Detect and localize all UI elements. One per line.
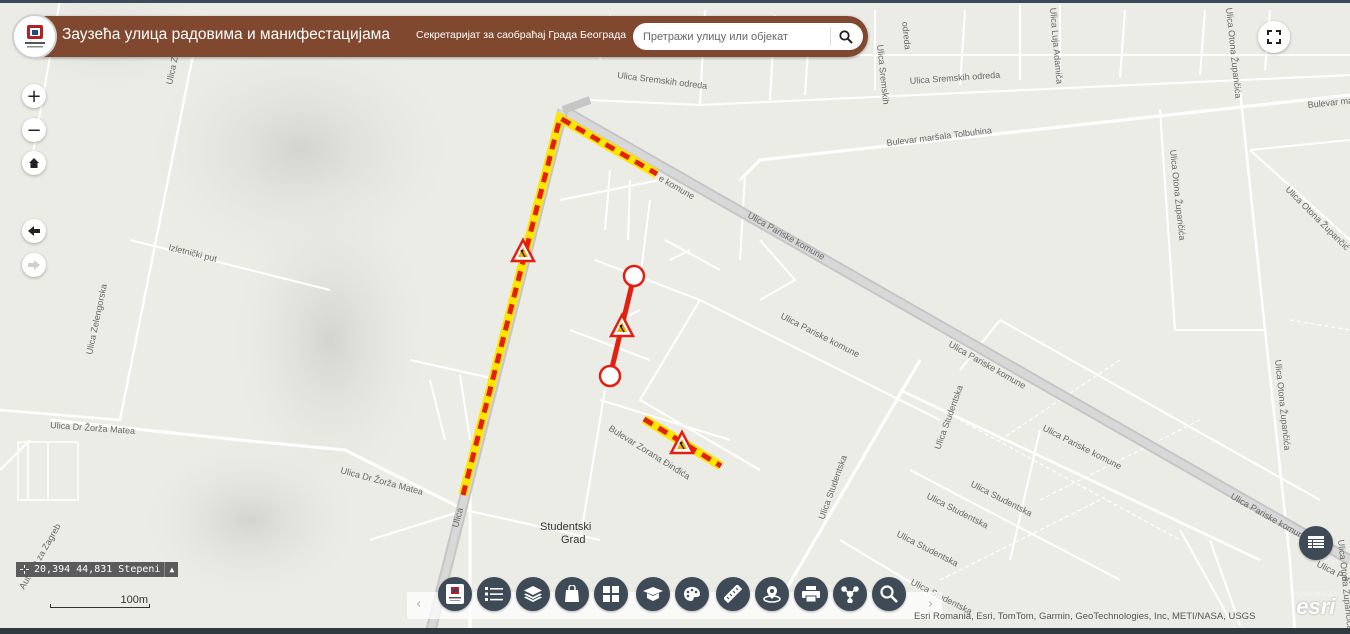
closure-endpoint[interactable] <box>622 264 646 288</box>
scale-label: 100m <box>120 594 148 606</box>
app-title: Заузећа улица радовима и манифестацијама <box>62 26 390 43</box>
tool-search[interactable] <box>872 577 906 611</box>
coordinate-readout: 20,394 44,831 Stepeni ▲ <box>16 562 179 577</box>
esri-name: esri <box>1296 594 1336 619</box>
location-icon <box>763 586 781 603</box>
fullscreen-icon <box>1267 30 1281 44</box>
coordinate-text: 20,394 44,831 Stepeni <box>34 564 161 575</box>
toolbar-next-icon[interactable]: › <box>928 597 933 612</box>
fullscreen-button[interactable] <box>1258 21 1290 53</box>
app-logo[interactable] <box>12 14 57 59</box>
next-extent-button[interactable] <box>22 253 46 277</box>
tool-legend[interactable] <box>477 577 511 611</box>
search-input[interactable] <box>643 27 829 46</box>
home-button[interactable] <box>22 151 46 175</box>
ruler-icon <box>724 585 742 603</box>
top-strip <box>0 0 1350 3</box>
map-attribution[interactable]: Esri Romania, Esri, TomTom, Garmin, GeoT… <box>914 611 1255 622</box>
coat-of-arms-icon <box>24 24 45 47</box>
crosshair-icon[interactable] <box>16 562 32 577</box>
layers-icon <box>524 586 542 602</box>
search-box <box>633 23 863 50</box>
tool-about[interactable] <box>438 577 472 611</box>
tool-layers[interactable] <box>516 577 550 611</box>
place-label: Grad <box>561 534 585 546</box>
grid-icon <box>603 586 619 602</box>
home-icon <box>29 158 39 168</box>
arrow-left-icon <box>28 226 40 236</box>
tool-share[interactable] <box>833 577 867 611</box>
print-icon <box>802 586 820 602</box>
zoom-out-button[interactable]: − <box>22 118 46 142</box>
attribute-table-button[interactable] <box>1299 526 1333 560</box>
search-divider <box>830 27 831 46</box>
tool-widgets[interactable] <box>594 577 628 611</box>
tool-basemap[interactable] <box>555 577 589 611</box>
logo-icon <box>446 584 464 604</box>
basemap-icon <box>565 585 579 602</box>
search-button[interactable] <box>835 26 857 47</box>
bottom-strip <box>0 628 1350 634</box>
table-icon <box>1308 536 1324 548</box>
place-label: Studentski <box>540 521 591 533</box>
tool-measure[interactable] <box>716 577 750 611</box>
palette-icon <box>684 587 700 601</box>
scale-bar: 100m <box>50 594 150 608</box>
tool-gallery[interactable] <box>675 577 709 611</box>
arrow-right-icon <box>28 260 40 270</box>
list-icon <box>485 587 503 601</box>
tool-education[interactable] <box>636 577 670 611</box>
search-icon <box>880 585 898 603</box>
terrain-shade <box>130 430 370 610</box>
esri-logo[interactable]: POWERED BY esri <box>1294 592 1338 619</box>
zoom-in-button[interactable]: + <box>22 84 46 108</box>
closure-endpoint[interactable] <box>598 364 622 388</box>
toolbar-prev-icon[interactable]: ‹ <box>416 597 421 612</box>
previous-extent-button[interactable] <box>22 219 46 243</box>
tool-locate[interactable] <box>755 577 789 611</box>
map-canvas[interactable]: Ulica Sremskih odreda Ulica Sremskih odr… <box>0 0 1350 634</box>
share-icon <box>841 586 859 603</box>
app-subtitle: Секретаријат за саобраћај Града Београда <box>416 29 627 41</box>
coordinate-dropdown-icon[interactable]: ▲ <box>164 562 178 577</box>
search-icon <box>839 29 853 44</box>
graduation-cap-icon <box>643 587 663 601</box>
app-header: Заузећа улица радовима и манифестацијама… <box>12 14 868 59</box>
tool-print[interactable] <box>794 577 828 611</box>
